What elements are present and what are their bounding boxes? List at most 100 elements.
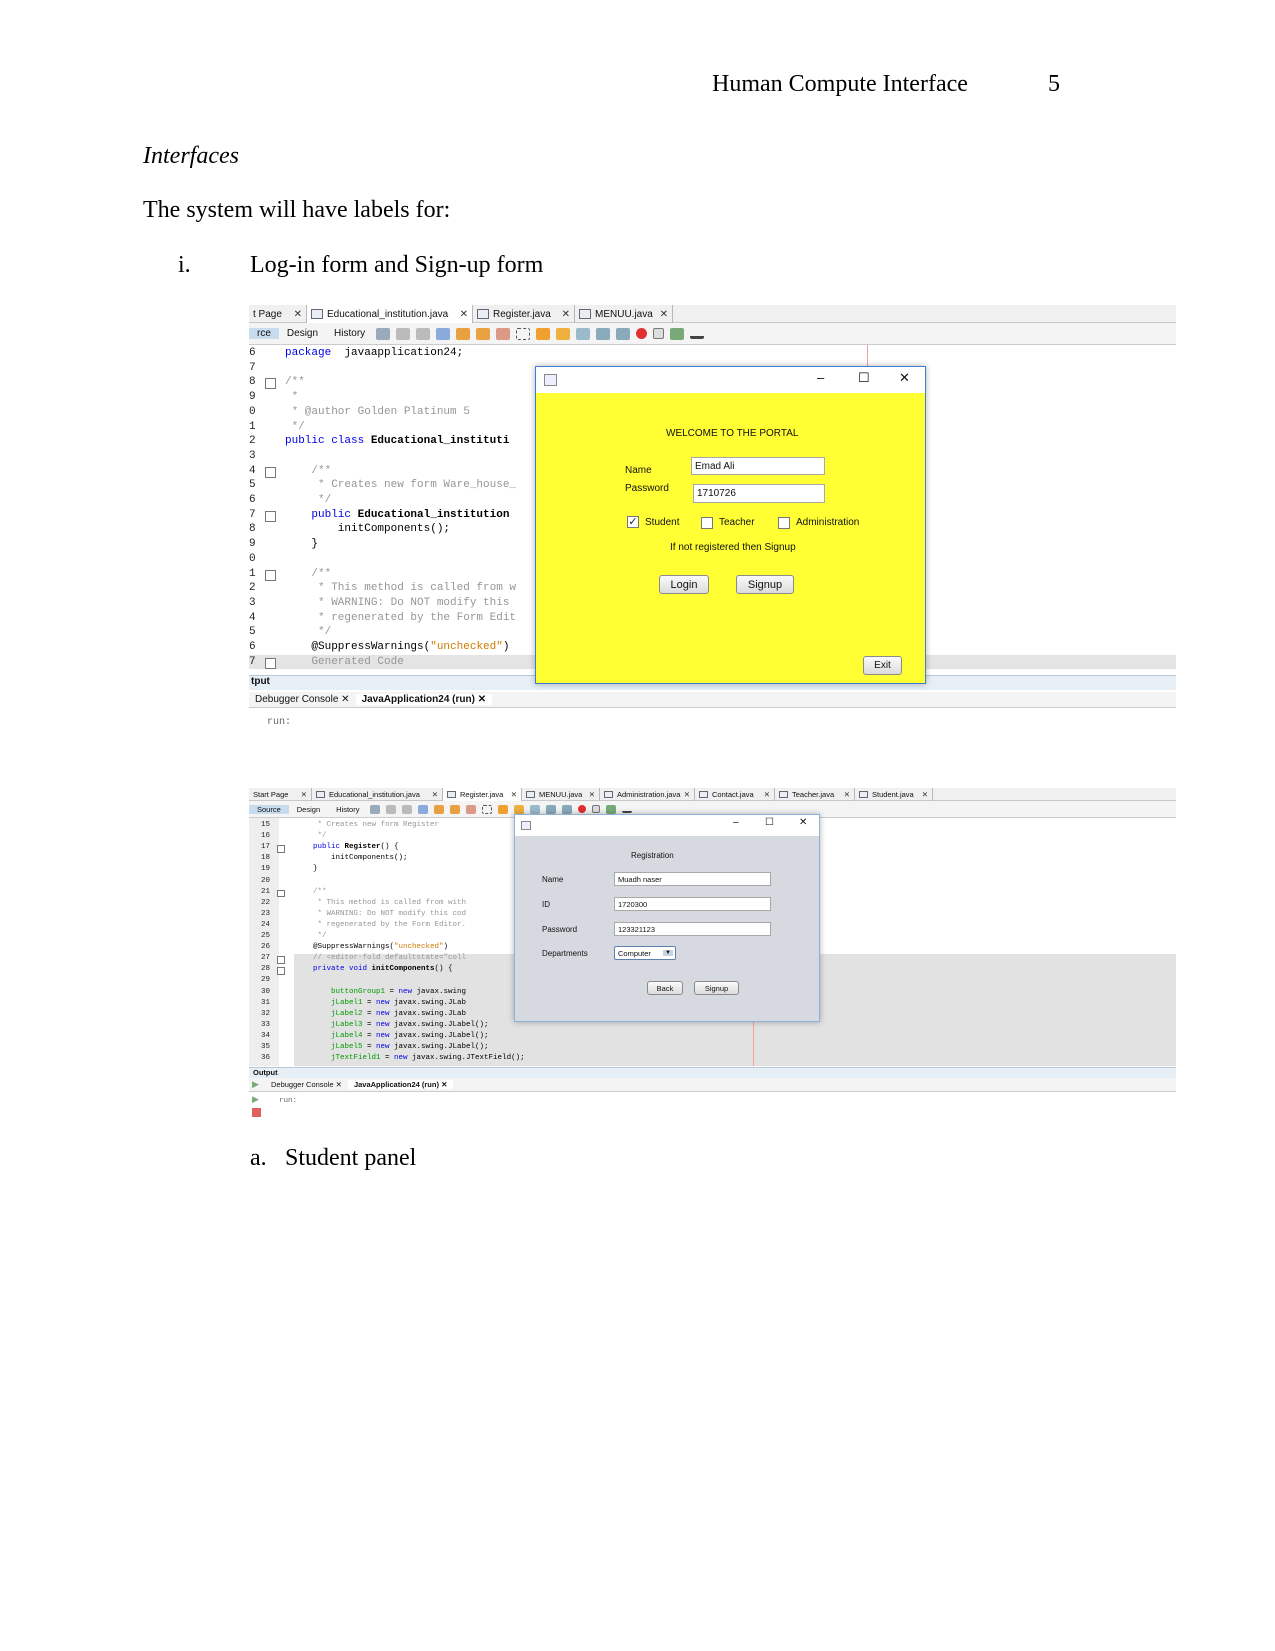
- find-prev-icon[interactable]: [456, 327, 471, 340]
- back-button[interactable]: Back: [647, 981, 683, 995]
- rerun-debug-icon[interactable]: ▶: [252, 1094, 259, 1105]
- nav-icon[interactable]: [396, 327, 411, 340]
- record-icon[interactable]: [578, 805, 587, 813]
- teacher-checkbox[interactable]: [701, 517, 713, 529]
- minimize-icon[interactable]: –: [817, 370, 824, 385]
- find-next-icon[interactable]: [476, 327, 491, 340]
- uncomment-icon[interactable]: [622, 805, 633, 813]
- toggle-highlight-icon[interactable]: [496, 327, 511, 340]
- back-icon[interactable]: [376, 327, 391, 340]
- find-prev-icon[interactable]: [434, 804, 445, 814]
- back-icon[interactable]: [370, 804, 381, 814]
- history-tab[interactable]: History: [328, 805, 367, 814]
- fold-toggle-icon[interactable]: [265, 466, 276, 478]
- nav-icon[interactable]: [386, 804, 397, 814]
- debugger-console-tab[interactable]: Debugger Console ✕: [249, 694, 356, 705]
- close-icon[interactable]: ✕: [441, 1080, 447, 1089]
- editor-tab[interactable]: Teacher.java ✕: [775, 788, 855, 801]
- nav-icon[interactable]: [402, 804, 413, 814]
- editor-tab[interactable]: t Page ✕: [249, 305, 307, 323]
- close-icon[interactable]: ✕: [844, 790, 850, 799]
- close-icon[interactable]: ✕: [922, 790, 928, 799]
- stop-icon[interactable]: [653, 328, 665, 339]
- stop-icon[interactable]: [592, 805, 601, 813]
- close-icon[interactable]: ✕: [660, 309, 668, 320]
- comment-icon[interactable]: [606, 804, 617, 814]
- close-icon[interactable]: ✕: [432, 790, 438, 799]
- bookmark-icon[interactable]: [576, 327, 591, 340]
- editor-tab[interactable]: Start Page ✕: [249, 788, 312, 801]
- history-tab[interactable]: History: [326, 328, 373, 339]
- find-next-icon[interactable]: [450, 804, 461, 814]
- source-tab[interactable]: rce: [249, 328, 279, 339]
- student-checkbox[interactable]: ✓: [627, 516, 639, 528]
- departments-select[interactable]: Computer ▼: [614, 946, 676, 960]
- close-icon[interactable]: ✕: [799, 817, 807, 828]
- editor-tab[interactable]: Register.java ✕: [443, 788, 522, 801]
- nav-icon[interactable]: [416, 327, 431, 340]
- bookmark-prev-icon[interactable]: [536, 327, 551, 340]
- maximize-icon[interactable]: ☐: [858, 370, 870, 386]
- close-icon[interactable]: ✕: [294, 309, 302, 320]
- shift-left-icon[interactable]: [546, 804, 557, 814]
- close-icon[interactable]: ✕: [511, 790, 517, 799]
- administration-checkbox[interactable]: [778, 517, 790, 529]
- minimize-icon[interactable]: –: [733, 817, 739, 828]
- search-icon[interactable]: [436, 327, 451, 340]
- close-icon[interactable]: ✕: [460, 309, 468, 320]
- editor-tab[interactable]: Educational_institution.java ✕: [307, 305, 473, 323]
- run-tab[interactable]: JavaApplication24 (run) ✕: [347, 1080, 454, 1089]
- editor-tab[interactable]: Contact.java ✕: [695, 788, 775, 801]
- source-tab[interactable]: Source: [249, 804, 289, 814]
- bookmark-icon[interactable]: [530, 804, 541, 814]
- fold-toggle-icon[interactable]: [265, 657, 276, 669]
- close-icon[interactable]: ✕: [478, 694, 486, 705]
- design-tab[interactable]: Design: [279, 328, 326, 339]
- bookmark-next-icon[interactable]: [556, 327, 571, 340]
- search-icon[interactable]: [418, 804, 429, 814]
- close-icon[interactable]: ✕: [336, 1080, 342, 1089]
- password-input[interactable]: 123321123: [614, 922, 771, 936]
- select-icon[interactable]: [482, 804, 493, 814]
- close-icon[interactable]: ✕: [589, 790, 595, 799]
- close-icon[interactable]: ✕: [341, 694, 349, 705]
- close-icon[interactable]: ✕: [899, 370, 910, 386]
- editor-tab[interactable]: Register.java ✕: [473, 305, 575, 323]
- rerun-icon[interactable]: ▶: [252, 1079, 259, 1090]
- bookmark-next-icon[interactable]: [514, 804, 525, 814]
- fold-toggle-icon[interactable]: [265, 378, 276, 390]
- editor-tab[interactable]: Student.java ✕: [855, 788, 933, 801]
- stop-run-icon[interactable]: [252, 1108, 261, 1117]
- editor-tab[interactable]: MENUU.java ✕: [575, 305, 673, 323]
- close-icon[interactable]: ✕: [301, 790, 307, 799]
- close-icon[interactable]: ✕: [764, 790, 770, 799]
- id-input[interactable]: 1720300: [614, 897, 771, 911]
- exit-button[interactable]: Exit: [863, 656, 902, 675]
- debugger-console-tab[interactable]: Debugger Console ✕: [265, 1080, 348, 1089]
- close-icon[interactable]: ✕: [562, 309, 570, 320]
- login-button[interactable]: Login: [659, 575, 709, 594]
- fold-toggle-icon[interactable]: [265, 510, 276, 522]
- design-tab[interactable]: Design: [289, 805, 328, 814]
- close-icon[interactable]: ✕: [684, 790, 690, 799]
- run-tab[interactable]: JavaApplication24 (run) ✕: [355, 694, 493, 705]
- fold-toggle-icon[interactable]: [277, 889, 285, 898]
- fold-toggle-icon[interactable]: [277, 956, 285, 964]
- name-input[interactable]: Muadh naser: [614, 872, 771, 886]
- fold-toggle-icon[interactable]: [277, 845, 285, 853]
- editor-tab[interactable]: Administration.java ✕: [600, 788, 695, 801]
- maximize-icon[interactable]: ☐: [765, 817, 774, 828]
- editor-tab[interactable]: MENUU.java ✕: [522, 788, 600, 801]
- comment-icon[interactable]: [670, 327, 685, 340]
- editor-tab[interactable]: Educational_institution.java ✕: [312, 788, 443, 801]
- signup-button[interactable]: Signup: [694, 981, 739, 995]
- shift-left-icon[interactable]: [596, 327, 611, 340]
- toggle-highlight-icon[interactable]: [466, 804, 477, 814]
- shift-right-icon[interactable]: [616, 327, 631, 340]
- shift-right-icon[interactable]: [562, 804, 573, 814]
- uncomment-icon[interactable]: [690, 329, 705, 339]
- chevron-down-icon[interactable]: ▼: [663, 950, 673, 956]
- select-icon[interactable]: [516, 327, 531, 340]
- name-input[interactable]: Emad Ali: [691, 457, 825, 475]
- password-input[interactable]: 1710726: [693, 484, 825, 503]
